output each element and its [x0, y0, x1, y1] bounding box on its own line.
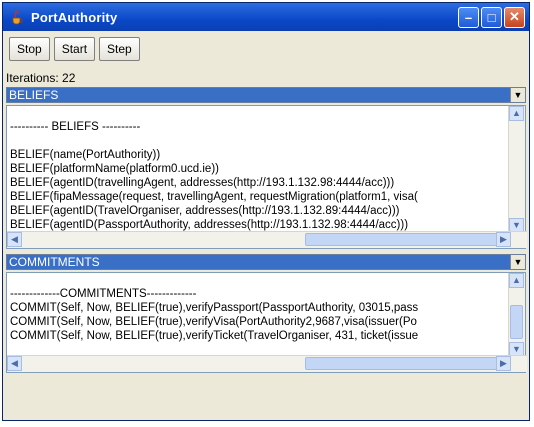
belief-line: BELIEF(fipaMessage(request, travellingAg…: [10, 191, 418, 203]
belief-line: BELIEF(platformName(platform0.ucd.ie)): [10, 163, 219, 175]
window-title: PortAuthority: [31, 9, 118, 25]
toolbar: Stop Start Step: [3, 31, 529, 67]
chevron-down-icon[interactable]: ▼: [510, 255, 525, 269]
commitment-line: -------------COMMITMENTS-------------: [10, 288, 197, 300]
commitments-selector-value: COMMITMENTS: [9, 255, 100, 269]
minimize-button[interactable]: –: [458, 6, 479, 28]
scroll-left-icon[interactable]: ◀: [7, 356, 22, 371]
close-button[interactable]: ✕: [504, 6, 525, 28]
beliefs-selector[interactable]: BELIEFS ▼: [6, 87, 526, 103]
commitments-vertical-scrollbar[interactable]: ▲ ▼: [508, 273, 525, 357]
commitment-line: [10, 273, 509, 287]
belief-line: BELIEF(agentID(PassportAuthority, addres…: [10, 219, 409, 231]
commitments-text: -------------COMMITMENTS------------- COM…: [7, 273, 509, 356]
step-button[interactable]: Step: [99, 37, 140, 61]
beliefs-vertical-scrollbar[interactable]: ▲ ▼: [508, 106, 525, 233]
beliefs-scroll-thumb[interactable]: [305, 233, 497, 246]
beliefs-text: ---------- BELIEFS ---------- BELIEF(name…: [7, 106, 509, 232]
scroll-up-icon[interactable]: ▲: [509, 273, 524, 288]
commitment-line: COMMIT(Self, Now, BELIEF(true),verifyPas…: [10, 302, 419, 314]
commitments-selector[interactable]: COMMITMENTS ▼: [6, 254, 526, 270]
scroll-up-icon[interactable]: ▲: [509, 106, 524, 121]
belief-line: ---------- BELIEFS ----------: [10, 121, 141, 133]
start-button[interactable]: Start: [53, 37, 96, 61]
beliefs-horizontal-scrollbar[interactable]: ◀ ▶: [7, 231, 527, 248]
beliefs-text-area[interactable]: ---------- BELIEFS ---------- BELIEF(name…: [6, 105, 527, 249]
scroll-left-icon[interactable]: ◀: [7, 232, 22, 247]
scroll-right-icon[interactable]: ▶: [496, 232, 511, 247]
beliefs-selector-value: BELIEFS: [9, 88, 59, 102]
app-window: PortAuthority – □ ✕ Stop Start Step Iter…: [2, 2, 530, 421]
java-cup-icon: [12, 9, 23, 25]
belief-line: BELIEF(agentID(TravelOrganiser, addresse…: [10, 205, 400, 217]
commitment-line: COMMIT(Self, Now, BELIEF(true),verifyVis…: [10, 316, 417, 328]
chevron-down-icon[interactable]: ▼: [510, 88, 525, 102]
maximize-button[interactable]: □: [481, 6, 502, 28]
belief-line: BELIEF(agentID(travellingAgent, addresse…: [10, 177, 395, 189]
belief-line: BELIEF(name(PortAuthority)): [10, 149, 161, 161]
commitments-text-area[interactable]: -------------COMMITMENTS------------- COM…: [6, 272, 527, 373]
iterations-label: Iterations: 22: [6, 71, 76, 85]
belief-line: [10, 106, 509, 120]
scroll-right-icon[interactable]: ▶: [496, 356, 511, 371]
commitments-horizontal-scrollbar[interactable]: ◀ ▶: [7, 355, 527, 372]
belief-line: [10, 134, 509, 148]
commitments-scroll-thumb-h[interactable]: [305, 357, 497, 370]
window-controls: – □ ✕: [458, 6, 525, 28]
commitments-scroll-thumb[interactable]: [510, 305, 523, 339]
stop-button[interactable]: Stop: [9, 37, 50, 61]
title-bar[interactable]: PortAuthority – □ ✕: [3, 3, 529, 31]
commitment-line: COMMIT(Self, Now, BELIEF(true),verifyTic…: [10, 330, 419, 342]
